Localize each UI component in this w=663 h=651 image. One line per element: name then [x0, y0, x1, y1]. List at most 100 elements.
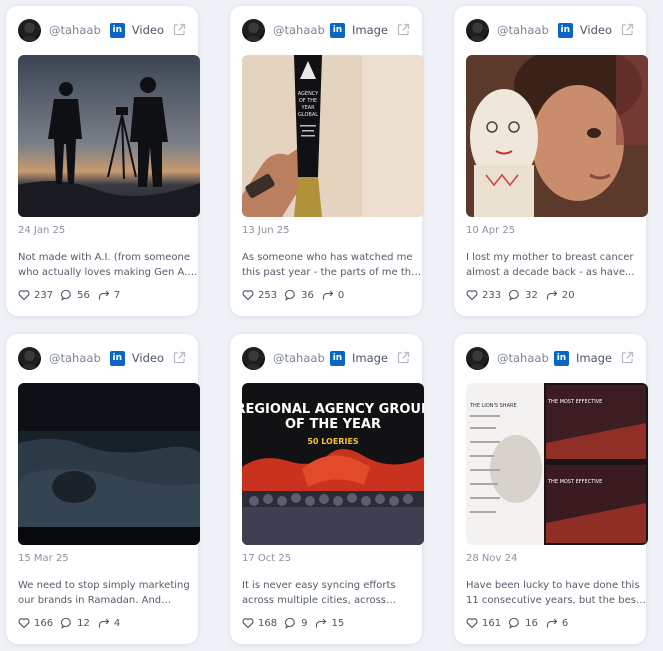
comments-count: 56	[77, 289, 90, 301]
comments-count: 9	[301, 617, 308, 629]
shares-stat: 6	[546, 617, 568, 629]
post-date: 10 Apr 25	[466, 225, 516, 236]
post-stats: 166 12 4	[18, 617, 128, 629]
post-thumbnail[interactable]	[466, 55, 648, 217]
card-header: @tahaab in Image	[242, 18, 410, 42]
external-link-icon[interactable]	[172, 351, 186, 365]
avatar	[242, 346, 265, 370]
card-header: @tahaab in Image	[242, 346, 410, 370]
post-card[interactable]: @tahaab in Image AGENCY OF THE YEAR GLOB…	[230, 6, 424, 316]
external-link-icon[interactable]	[620, 351, 634, 365]
post-date: 13 Jun 25	[242, 225, 290, 236]
linkedin-icon: in	[329, 22, 345, 38]
heart-icon	[242, 618, 254, 629]
post-stats: 233 32 20	[466, 289, 583, 301]
post-date: 24 Jan 25	[18, 225, 66, 236]
award-text-1: AGENCY	[298, 91, 320, 97]
post-text: It is never easy syncing efforts across …	[242, 580, 396, 606]
shares-count: 20	[561, 289, 575, 301]
likes-count: 168	[258, 617, 278, 629]
post-thumbnail[interactable]	[18, 383, 200, 545]
external-link-icon[interactable]	[620, 23, 634, 37]
comment-icon	[509, 289, 519, 301]
linkedin-icon: in	[329, 350, 345, 366]
avatar	[466, 346, 489, 370]
comments-stat: 16	[509, 617, 538, 629]
image-caption-3: THE MOST EFFECTIVE	[547, 479, 602, 485]
post-thumbnail[interactable]: AGENCY OF THE YEAR GLOBAL	[242, 55, 424, 217]
comments-stat: 9	[285, 617, 307, 629]
comments-stat: 12	[61, 617, 90, 629]
share-icon	[98, 618, 110, 628]
post-text: As someone who has watched me this past …	[242, 252, 422, 278]
linkedin-icon: in	[109, 22, 125, 38]
share-icon	[322, 290, 334, 300]
post-date: 28 Nov 24	[466, 553, 518, 564]
post-stats: 161 16 6	[466, 617, 576, 629]
post-type-label: Video	[131, 23, 164, 37]
comments-count: 12	[77, 617, 90, 629]
likes-count: 233	[482, 289, 502, 301]
external-link-icon[interactable]	[396, 351, 410, 365]
image-headline-1: REGIONAL AGENCY GROUP	[242, 402, 424, 417]
post-text: Not made with A.I. (from someone who act…	[18, 252, 194, 278]
comment-icon	[285, 617, 295, 629]
share-icon	[546, 618, 558, 628]
comments-count: 16	[525, 617, 538, 629]
award-text-2: OF THE	[299, 98, 317, 104]
likes-stat: 237	[18, 289, 53, 301]
share-icon	[316, 618, 327, 628]
comments-count: 36	[301, 289, 314, 301]
share-icon	[546, 290, 558, 300]
image-caption-1: THE LION'S SHARE	[469, 403, 517, 409]
image-caption-2: THE MOST EFFECTIVE	[547, 399, 602, 405]
post-stats: 168 9 15	[242, 617, 352, 629]
comment-icon	[509, 617, 519, 629]
shares-count: 7	[113, 289, 121, 301]
post-card[interactable]: @tahaab in Image REGIONAL AGENCY GROUP O…	[230, 334, 424, 644]
shares-stat: 0	[322, 289, 344, 301]
heart-icon	[242, 290, 254, 301]
heart-icon	[466, 618, 478, 629]
award-text-4: GLOBAL	[298, 112, 318, 118]
post-type-label: Video	[579, 23, 612, 37]
external-link-icon[interactable]	[172, 23, 186, 37]
post-type-label: Image	[351, 351, 388, 365]
external-link-icon[interactable]	[396, 23, 410, 37]
comments-stat: 36	[285, 289, 314, 301]
heart-icon	[18, 618, 30, 629]
post-thumbnail[interactable]: THE LION'S SHARE THE MOST EFFECTIVE THE …	[466, 383, 648, 545]
shares-stat: 7	[98, 289, 120, 301]
post-card[interactable]: @tahaab in Video 24 Jan 25 Not made with…	[6, 6, 200, 316]
card-header: @tahaab in Video	[18, 346, 186, 370]
image-headline-3: 50 LOERIES	[307, 437, 359, 446]
shares-count: 0	[337, 289, 345, 301]
likes-count: 166	[34, 617, 54, 629]
linkedin-icon: in	[553, 350, 569, 366]
shares-stat: 20	[546, 289, 575, 301]
post-thumbnail[interactable]	[18, 55, 200, 217]
likes-count: 237	[34, 289, 54, 301]
shares-count: 4	[113, 617, 121, 629]
likes-stat: 233	[466, 289, 501, 301]
likes-stat: 161	[466, 617, 501, 629]
post-stats: 253 36 0	[242, 289, 352, 301]
post-card[interactable]: @tahaab in Image THE LION'S SHARE THE MO…	[454, 334, 648, 644]
post-date: 17 Oct 25	[242, 553, 292, 564]
post-stats: 237 56 7	[18, 289, 128, 301]
author-handle: @tahaab	[497, 351, 549, 365]
shares-stat: 15	[315, 617, 344, 629]
likes-stat: 168	[242, 617, 277, 629]
shares-count: 15	[331, 617, 345, 629]
comment-icon	[61, 617, 71, 629]
heart-icon	[466, 290, 478, 301]
card-header: @tahaab in Image	[466, 346, 634, 370]
comments-stat: 32	[509, 289, 538, 301]
comment-icon	[61, 289, 71, 301]
post-card[interactable]: @tahaab in Video 15 Mar 25 We need to st…	[6, 334, 200, 644]
post-thumbnail[interactable]: REGIONAL AGENCY GROUP OF THE YEAR 50 LOE…	[242, 383, 424, 545]
post-card[interactable]: @tahaab in Video 10 Apr 25 I lost my mot…	[454, 6, 648, 316]
author-handle: @tahaab	[273, 351, 325, 365]
heart-icon	[18, 290, 30, 301]
linkedin-icon: in	[109, 350, 125, 366]
